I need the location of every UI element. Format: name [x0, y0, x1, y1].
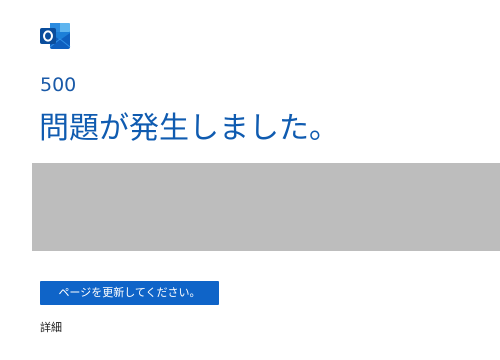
outlook-logo-icon: [40, 21, 72, 51]
error-code: 500: [40, 74, 77, 96]
refresh-page-button[interactable]: ページを更新してください。: [40, 281, 219, 305]
redacted-region: [32, 163, 500, 251]
details-link[interactable]: 詳細: [40, 320, 62, 336]
page-title: 問題が発生しました。: [39, 111, 339, 146]
